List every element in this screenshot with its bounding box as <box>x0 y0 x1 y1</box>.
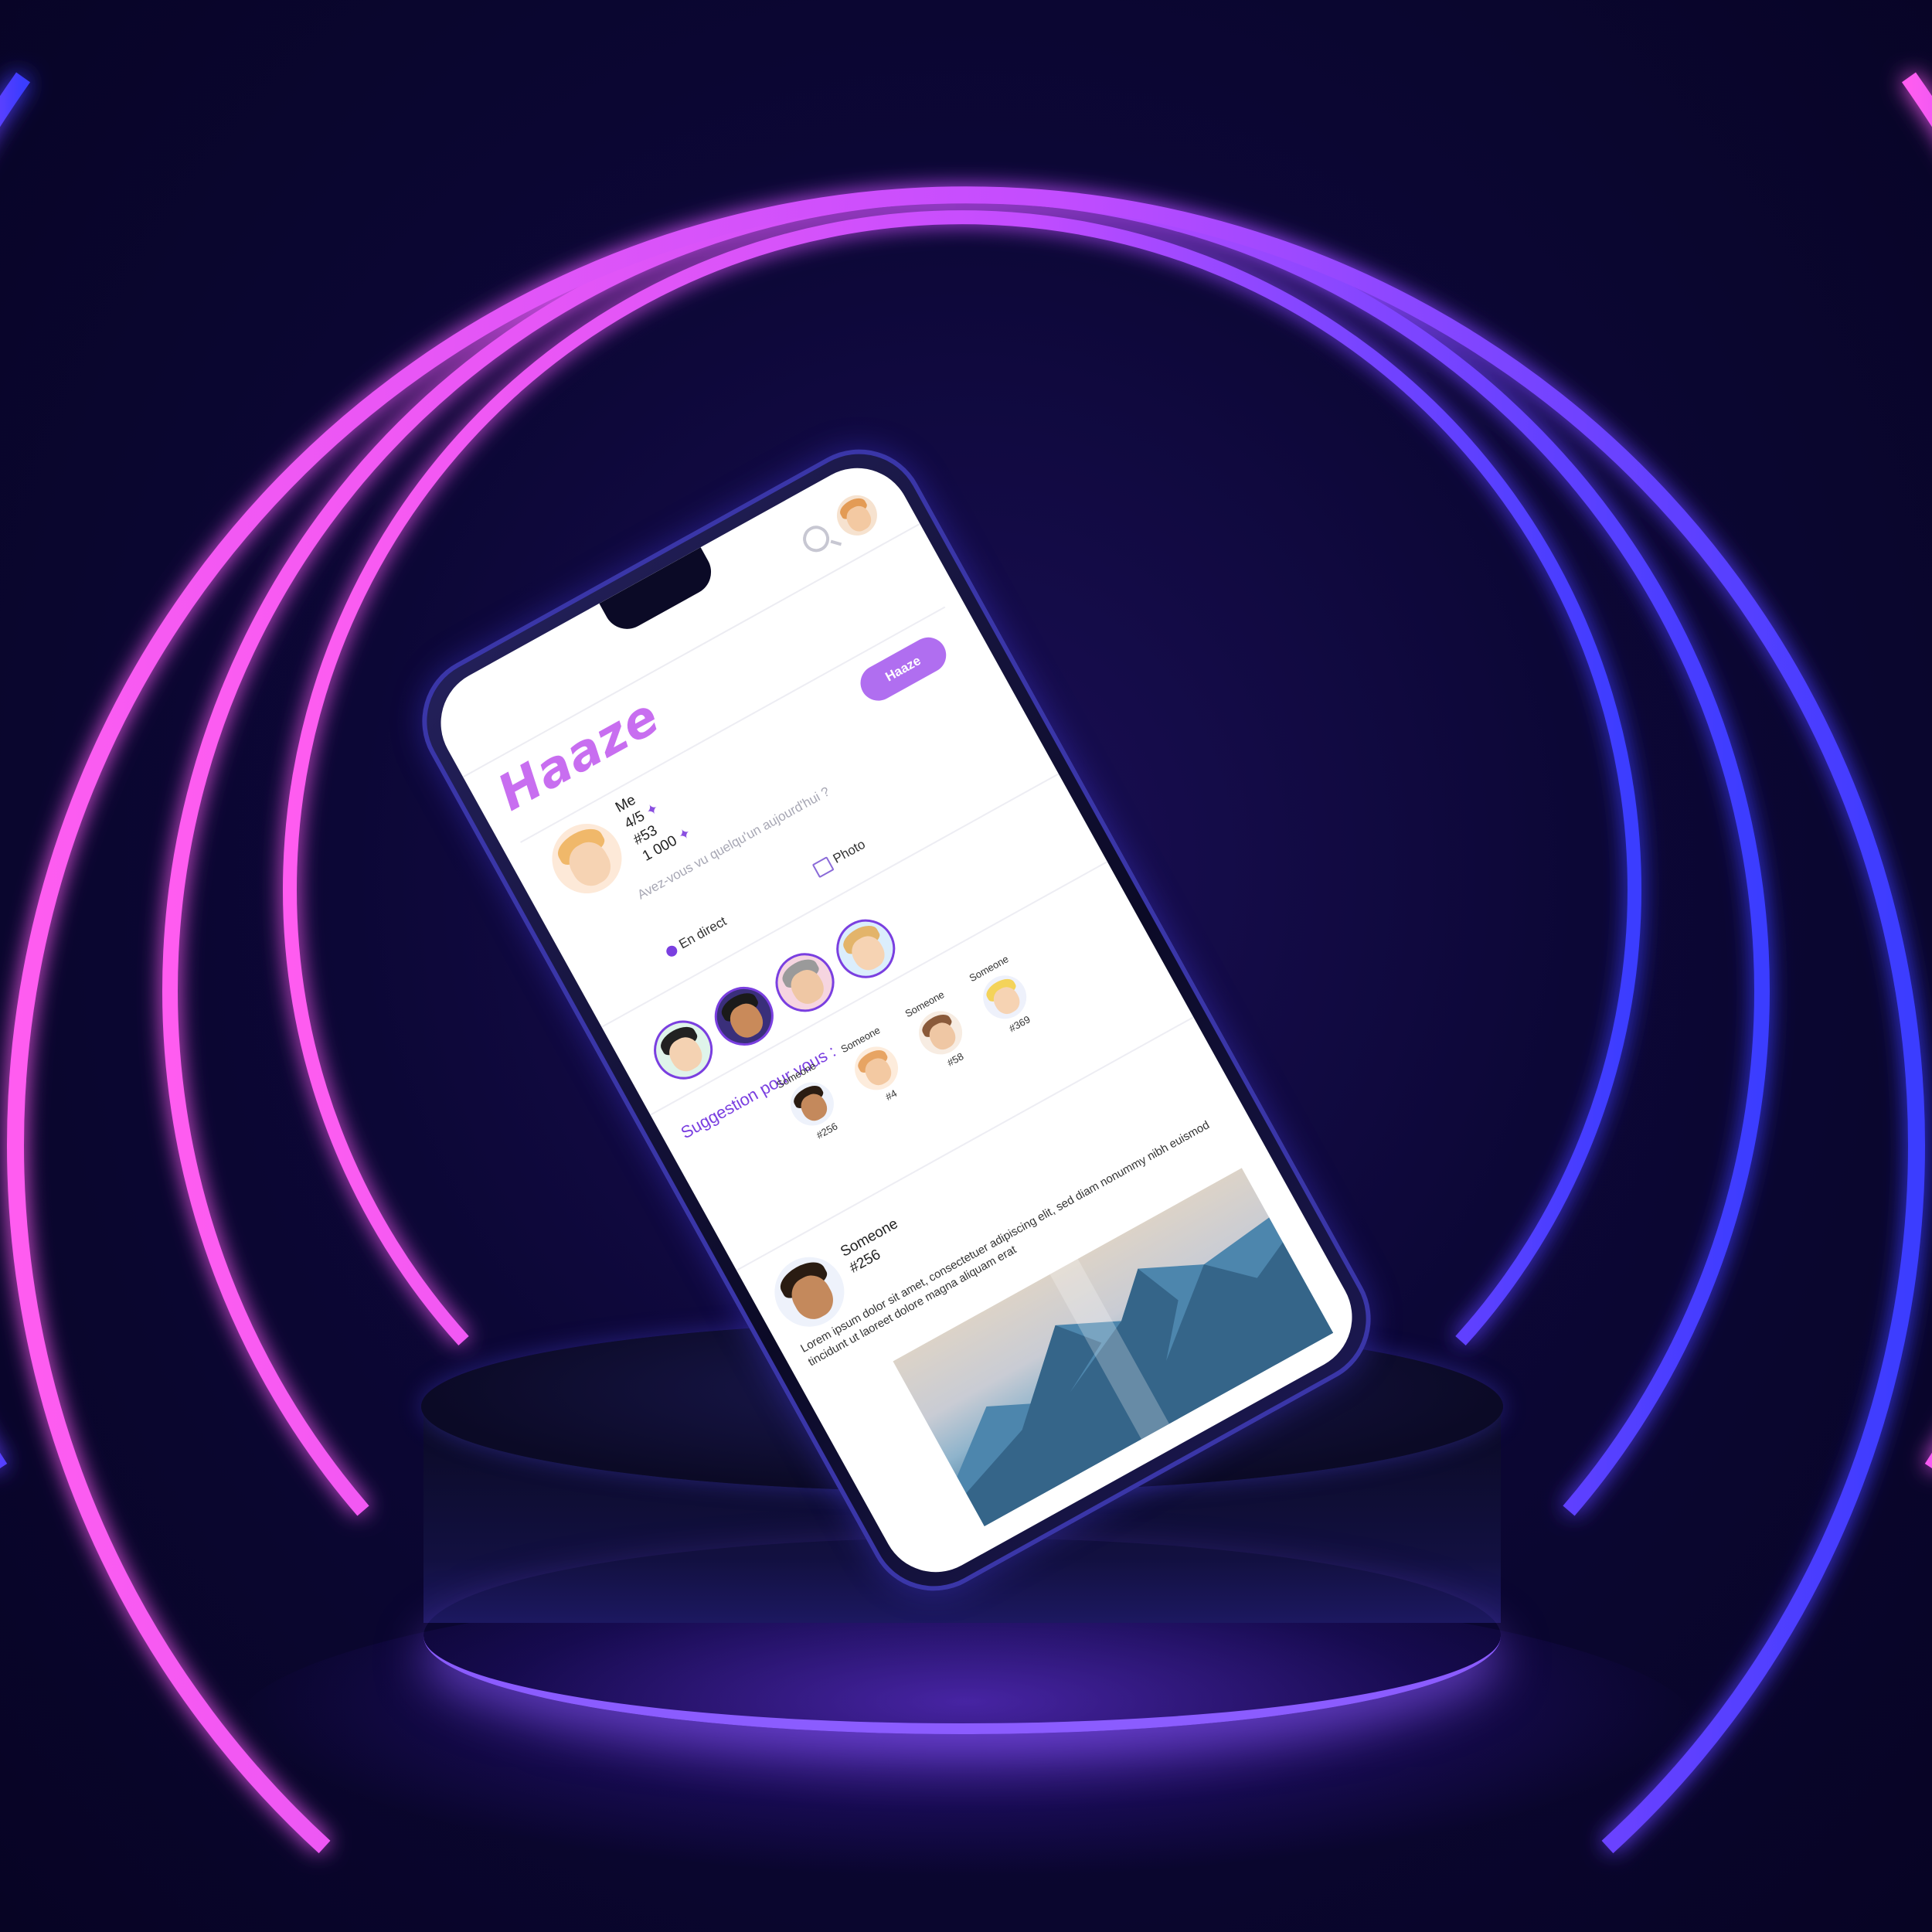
rating-icon: ✦ <box>643 800 662 821</box>
photo-button[interactable]: Photo <box>811 837 868 878</box>
photo-icon <box>811 855 835 878</box>
profile-avatar[interactable] <box>829 488 885 543</box>
story-avatar[interactable] <box>704 976 784 1056</box>
story-avatar[interactable] <box>825 909 906 989</box>
live-label: En direct <box>676 913 730 952</box>
live-dot-icon <box>664 943 679 958</box>
my-avatar <box>539 811 634 906</box>
my-stats: Me 4/5 ✦ #53 1 000 ✦ <box>613 775 696 866</box>
photo-label: Photo <box>830 836 868 866</box>
haaze-post-button[interactable]: Haaze <box>854 631 953 707</box>
followers-icon: ✦ <box>675 825 695 845</box>
search-icon[interactable] <box>798 521 835 557</box>
live-button[interactable]: En direct <box>663 913 730 960</box>
story-avatar[interactable] <box>764 942 845 1022</box>
story-avatar[interactable] <box>643 1009 723 1090</box>
post-author[interactable]: Someone #256 <box>838 1215 910 1277</box>
